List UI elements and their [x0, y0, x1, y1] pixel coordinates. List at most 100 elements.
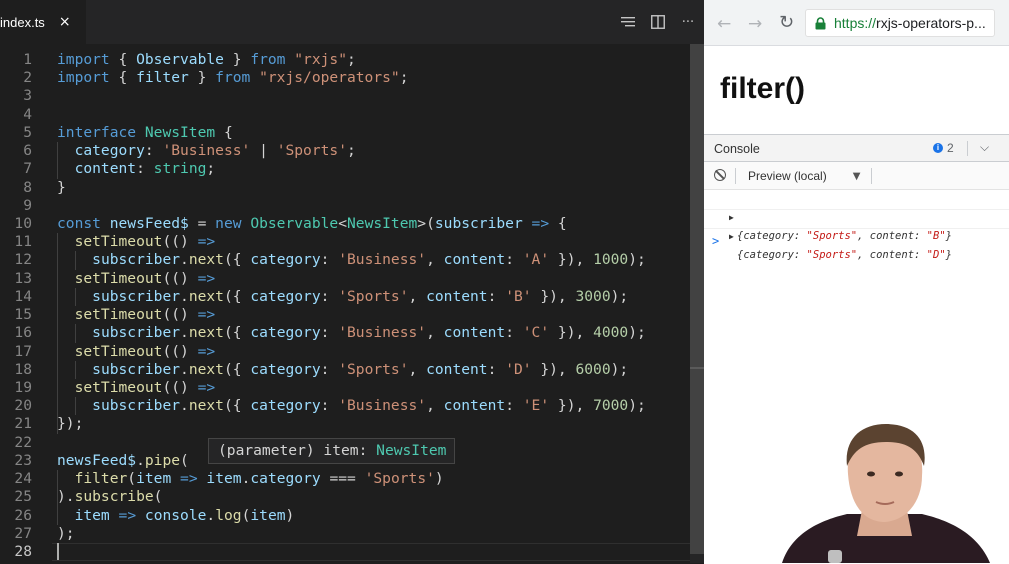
context-selector[interactable]: Preview (local) ▼ [748, 167, 868, 185]
line-number: 11 [14, 233, 32, 251]
address-bar[interactable]: https://rxjs-operators-p... [805, 9, 995, 37]
divider [871, 168, 872, 184]
code-line[interactable]: 19 setTimeout(() => [0, 379, 690, 397]
tab-filename: index.ts [0, 14, 45, 30]
reload-icon[interactable]: ↻ [779, 12, 794, 33]
code-line[interactable]: 25).subscribe( [0, 488, 690, 506]
split-editor-icon[interactable] [650, 14, 666, 30]
code-area[interactable]: 1 import { Observable } from "rxjs"; 2 impo… [0, 44, 690, 563]
editor-tab-bar: index.ts × ··· [0, 0, 704, 44]
line-text: setTimeout(() => [74, 306, 216, 324]
text-cursor [57, 542, 59, 560]
indent-guide [75, 360, 76, 379]
line-number: 3 [23, 87, 32, 105]
line-text: } [57, 178, 66, 196]
info-icon: i [933, 143, 943, 153]
indent-guide [57, 142, 58, 179]
code-line[interactable]: 7 content: string; [0, 160, 690, 178]
line-text: subscriber.next({ category: 'Business', … [92, 397, 646, 415]
code-line[interactable]: 13 setTimeout(() => [0, 270, 690, 288]
code-line[interactable]: 10 const newsFeed$ = new Observable<NewsI… [0, 215, 690, 233]
line-text: filter(item => item.category === 'Sports… [74, 470, 444, 488]
line-text: item => console.log(item) [74, 506, 295, 524]
indent-guide [75, 324, 76, 343]
line-text: ); [57, 524, 75, 542]
line-text: subscriber.next({ category: 'Sports', co… [92, 287, 629, 305]
tab-console[interactable]: Console [714, 142, 760, 156]
line-number: 26 [14, 506, 32, 524]
code-line[interactable]: 5 interface NewsItem { [0, 124, 690, 142]
browser-toolbar: ← → ↻ https://rxjs-operators-p... [704, 0, 1009, 46]
clear-console-icon[interactable] [714, 169, 726, 181]
console-log-entry[interactable]: ▶ {category: "Sports", content: "D"} [704, 210, 1009, 261]
code-line[interactable]: 16 subscriber.next({ category: 'Business… [0, 324, 690, 342]
url-text: https://rxjs-operators-p... [834, 15, 986, 31]
code-line[interactable]: 9 [0, 197, 690, 215]
line-text: setTimeout(() => [74, 269, 216, 287]
code-line[interactable]: 11 setTimeout(() => [0, 233, 690, 251]
divider [967, 141, 968, 156]
line-text: subscriber.next({ category: 'Business', … [92, 324, 646, 342]
code-line[interactable]: 26 item => console.log(item) [0, 507, 690, 525]
line-number: 23 [14, 451, 32, 469]
code-line[interactable]: 15 setTimeout(() => [0, 306, 690, 324]
code-line[interactable]: 8} [0, 179, 690, 197]
code-line[interactable]: 6 category: 'Business' | 'Sports'; [0, 142, 690, 160]
line-number: 5 [23, 123, 32, 141]
code-line[interactable]: 24 filter(item => item.category === 'Spo… [0, 470, 690, 488]
close-tab-icon[interactable]: × [59, 14, 71, 30]
line-number: 19 [14, 378, 32, 396]
code-line[interactable]: 4 [0, 106, 690, 124]
line-number: 12 [14, 251, 32, 269]
browser-window: ← → ↻ https://rxjs-operators-p... filter… [704, 0, 1009, 564]
code-line[interactable]: 18 subscriber.next({ category: 'Sports',… [0, 361, 690, 379]
line-number: 28 [14, 542, 32, 560]
back-icon[interactable]: ← [717, 14, 731, 34]
line-number: 20 [14, 397, 32, 415]
editor-actions: ··· [620, 0, 696, 44]
console-log-entry[interactable]: ▶ {category: "Sports", content: "B"} [704, 191, 1009, 242]
line-number: 15 [14, 306, 32, 324]
lines-icon[interactable] [620, 14, 636, 30]
scrollbar-thumb[interactable] [690, 44, 704, 554]
code-line[interactable]: 17 setTimeout(() => [0, 343, 690, 361]
line-number: 24 [14, 470, 32, 488]
context-label: Preview (local) [748, 169, 827, 183]
code-line[interactable]: 3 [0, 87, 690, 105]
line-text: setTimeout(() => [74, 342, 216, 360]
code-line[interactable]: 1 import { Observable } from "rxjs"; [0, 51, 690, 69]
issues-badge[interactable]: i 2 [933, 141, 954, 155]
code-line[interactable]: 12 subscriber.next({ category: 'Business… [0, 251, 690, 269]
line-number: 25 [14, 488, 32, 506]
editor-scrollbar[interactable] [690, 44, 704, 563]
forward-icon[interactable]: → [748, 14, 762, 34]
editor-tab-index-ts[interactable]: index.ts × [0, 0, 86, 44]
line-number: 17 [14, 342, 32, 360]
code-line[interactable]: 21}); [0, 415, 690, 433]
page-heading: filter() [720, 72, 805, 105]
code-line[interactable]: 20 subscriber.next({ category: 'Business… [0, 397, 690, 415]
line-number: 10 [14, 214, 32, 232]
line-number: 8 [23, 178, 32, 196]
issues-count: 2 [947, 141, 954, 155]
code-line[interactable]: 27); [0, 525, 690, 543]
presenter-video-overlay [782, 424, 990, 563]
line-number: 13 [14, 269, 32, 287]
more-icon[interactable]: ··· [680, 14, 696, 30]
code-line[interactable]: 2 import { filter } from "rxjs/operators"… [0, 69, 690, 87]
dropdown-arrow-icon: ▼ [852, 170, 861, 182]
console-prompt[interactable]: > [712, 234, 719, 248]
line-number: 4 [23, 105, 32, 123]
line-text: category: 'Business' | 'Sports'; [74, 142, 356, 160]
line-number: 16 [14, 324, 32, 342]
line-number: 14 [14, 287, 32, 305]
expand-arrow-icon[interactable]: ▶ [729, 228, 734, 246]
line-text: setTimeout(() => [74, 233, 216, 251]
line-text: setTimeout(() => [74, 378, 216, 396]
devtools-tab-bar: Console i 2 ⌵ [704, 135, 1009, 162]
code-line[interactable]: 28 [0, 543, 690, 561]
line-number: 27 [14, 524, 32, 542]
chevron-down-icon[interactable]: ⌵ [980, 140, 989, 155]
code-line[interactable]: 14 subscriber.next({ category: 'Sports',… [0, 288, 690, 306]
line-number: 2 [23, 69, 32, 87]
